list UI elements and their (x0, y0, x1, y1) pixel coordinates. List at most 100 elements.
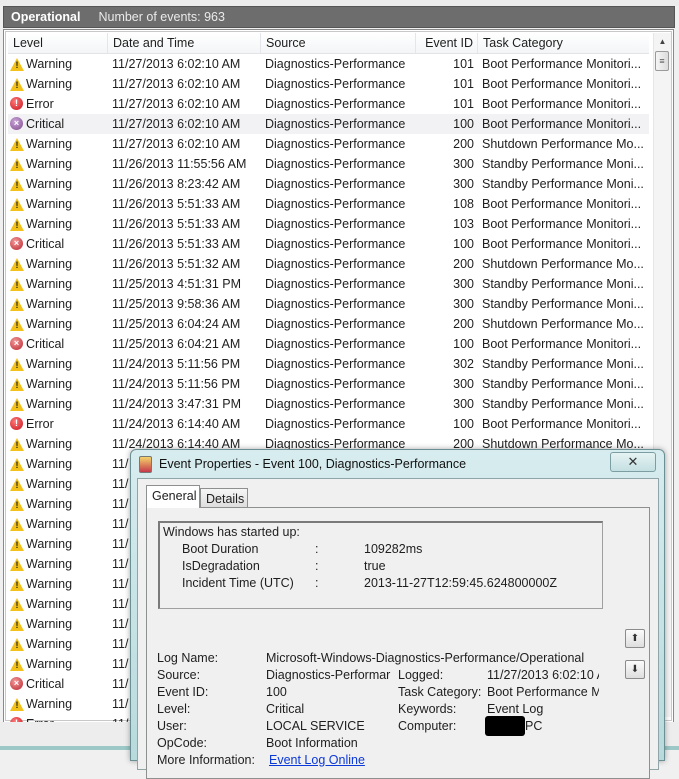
event-row[interactable]: ! Warning 11/26/2013 5:51:33 AM Diagnostics… (8, 214, 649, 234)
event-id-cell: 101 (453, 97, 474, 111)
computer-value: PC (525, 719, 543, 733)
event-row[interactable]: ! Warning 11/26/2013 8:23:42 AM Diagnostics… (8, 174, 649, 194)
event-id-cell: 302 (453, 357, 474, 371)
warning-icon: ! (10, 437, 24, 451)
level-text: Warning (26, 157, 73, 171)
source-cell: Diagnostics-Performance (265, 277, 406, 291)
event-row[interactable]: ! Warning 11/27/2013 6:02:10 AM Diagnostics… (8, 134, 649, 154)
previous-event-button[interactable]: ⬆ (625, 629, 645, 648)
level-text: Warning (26, 517, 73, 531)
task-category-cell: Shutdown Performance Mo... (482, 257, 644, 271)
event-row[interactable]: × Critical 11/26/2013 5:51:33 AM Diagnostic… (8, 234, 649, 254)
level-cell: ! Warning (10, 574, 110, 594)
level-cell: ! Warning (10, 74, 110, 94)
task-category-cell: Standby Performance Moni... (482, 357, 644, 371)
column-header-date[interactable]: Date and Time (108, 33, 261, 53)
next-event-button[interactable]: ⬇ (625, 660, 645, 679)
event-viewer-app-icon (139, 455, 152, 473)
event-row[interactable]: ! Warning 11/26/2013 11:55:56 AM Diagnostic… (8, 154, 649, 174)
dialog-titlebar[interactable]: Event Properties - Event 100, Diagnostic… (139, 455, 466, 473)
source-cell: Diagnostics-Performance (265, 297, 406, 311)
source-cell: Diagnostics-Performance (265, 317, 406, 331)
event-row[interactable]: ! Warning 11/27/2013 6:02:10 AM Diagnostics… (8, 54, 649, 74)
level-cell: ! Warning (10, 474, 110, 494)
source-cell: Diagnostics-Performance (265, 357, 406, 371)
source-cell: Diagnostics-Performance (265, 177, 406, 191)
event-row[interactable]: ! Warning 11/24/2013 3:47:31 PM Diagnostics… (8, 394, 649, 414)
scroll-thumb[interactable]: ≡ (655, 51, 669, 71)
tab-details[interactable]: Details (200, 488, 248, 508)
source-cell: Diagnostics-Performance (265, 77, 406, 91)
date-cell: 11/25/2013 6:04:21 AM (112, 337, 241, 351)
task-category-cell: Boot Performance Monitori... (482, 197, 642, 211)
source-cell: Diagnostics-Performance (265, 237, 406, 251)
event-id-cell: 300 (453, 377, 474, 391)
warning-icon: ! (10, 277, 24, 291)
event-row[interactable]: ! Warning 11/26/2013 5:51:32 AM Diagnostics… (8, 254, 649, 274)
event-id-cell: 200 (453, 317, 474, 331)
field-value: 109282ms (364, 542, 423, 556)
column-header-level[interactable]: Level (8, 33, 108, 53)
event-id-cell: 100 (453, 117, 474, 131)
column-header-source[interactable]: Source (261, 33, 416, 53)
event-row[interactable]: ! Error 11/27/2013 6:02:10 AM Diagnostics-P… (8, 94, 649, 114)
source-cell: Diagnostics-Performance (265, 337, 406, 351)
event-row[interactable]: ! Warning 11/25/2013 9:58:36 AM Diagnostics… (8, 294, 649, 314)
warning-icon: ! (10, 177, 24, 191)
warning-icon: ! (10, 197, 24, 211)
level-cell: ! Warning (10, 314, 110, 334)
event-row[interactable]: ! Warning 11/26/2013 5:51:33 AM Diagnostics… (8, 194, 649, 214)
tab-general[interactable]: General (146, 485, 200, 508)
level-cell: ! Warning (10, 614, 110, 634)
task-category-cell: Standby Performance Moni... (482, 177, 644, 191)
field-value: true (364, 559, 386, 573)
field-key: Boot Duration (182, 542, 259, 556)
task-category-cell: Standby Performance Moni... (482, 157, 644, 171)
scroll-up-arrow-icon[interactable]: ▲ (654, 35, 671, 49)
level-cell: ! Warning (10, 394, 110, 414)
event-row[interactable]: ! Warning 11/27/2013 6:02:10 AM Diagnostics… (8, 74, 649, 94)
event-id-value: 100 (266, 685, 287, 699)
level-text: Warning (26, 457, 73, 471)
column-header-task-category[interactable]: Task Category (478, 33, 649, 53)
level-cell: ! Warning (10, 534, 110, 554)
warning-icon: ! (10, 577, 24, 591)
field-key: Incident Time (UTC) (182, 576, 294, 590)
level-text: Warning (26, 177, 73, 191)
date-cell: 11/24/2013 5:11:56 PM (112, 377, 241, 391)
level-text: Warning (26, 397, 73, 411)
event-row[interactable]: ! Warning 11/24/2013 5:11:56 PM Diagnostics… (8, 354, 649, 374)
task-category-cell: Boot Performance Monitori... (482, 117, 642, 131)
source-cell: Diagnostics-Performance (265, 417, 406, 431)
critical-icon: × (10, 117, 24, 131)
event-row[interactable]: ! Warning 11/24/2013 5:11:56 PM Diagnostics… (8, 374, 649, 394)
event-row[interactable]: ! Warning 11/25/2013 6:04:24 AM Diagnostics… (8, 314, 649, 334)
date-cell: 11/24/2013 3:47:31 PM (112, 397, 242, 411)
level-cell: ! Warning (10, 654, 110, 674)
event-row[interactable]: × Critical 11/25/2013 6:04:21 AM Diagnostic… (8, 334, 649, 354)
date-cell: 11/25/2013 6:04:24 AM (112, 317, 241, 331)
level-cell: × Critical (10, 334, 110, 354)
column-header-event-id[interactable]: Event ID (416, 33, 478, 53)
event-row[interactable]: ! Error 11/24/2013 6:14:40 AM Diagnostics-P… (8, 414, 649, 434)
task-category-cell: Boot Performance Monitori... (482, 217, 642, 231)
level-cell: !Error (10, 414, 110, 434)
event-description-box[interactable]: Windows has started up: Boot Duration : … (158, 521, 603, 609)
warning-icon: ! (10, 297, 24, 311)
level-cell: ! Warning (10, 514, 110, 534)
event-row[interactable]: × Critical 11/27/2013 6:02:10 AM Diagnostic… (8, 114, 649, 134)
source-cell: Diagnostics-Performance (265, 257, 406, 271)
date-cell: 11/25/2013 4:51:31 PM (112, 277, 242, 291)
source-value: Diagnostics-Performar (266, 668, 391, 682)
date-cell: 11/26/2013 5:51:33 AM (112, 197, 241, 211)
warning-icon: ! (10, 317, 24, 331)
level-cell: ! Warning (10, 194, 110, 214)
task-category-cell: Boot Performance Monitori... (482, 97, 642, 111)
date-cell: 11/26/2013 11:55:56 AM (112, 157, 247, 171)
level-text: Critical (26, 337, 65, 351)
level-cell: ! Warning (10, 54, 110, 74)
close-button[interactable]: ✕ (610, 452, 656, 472)
event-log-online-link[interactable]: Event Log Online (269, 753, 365, 767)
event-id-cell: 108 (453, 197, 474, 211)
event-row[interactable]: ! Warning 11/25/2013 4:51:31 PM Diagnostics… (8, 274, 649, 294)
